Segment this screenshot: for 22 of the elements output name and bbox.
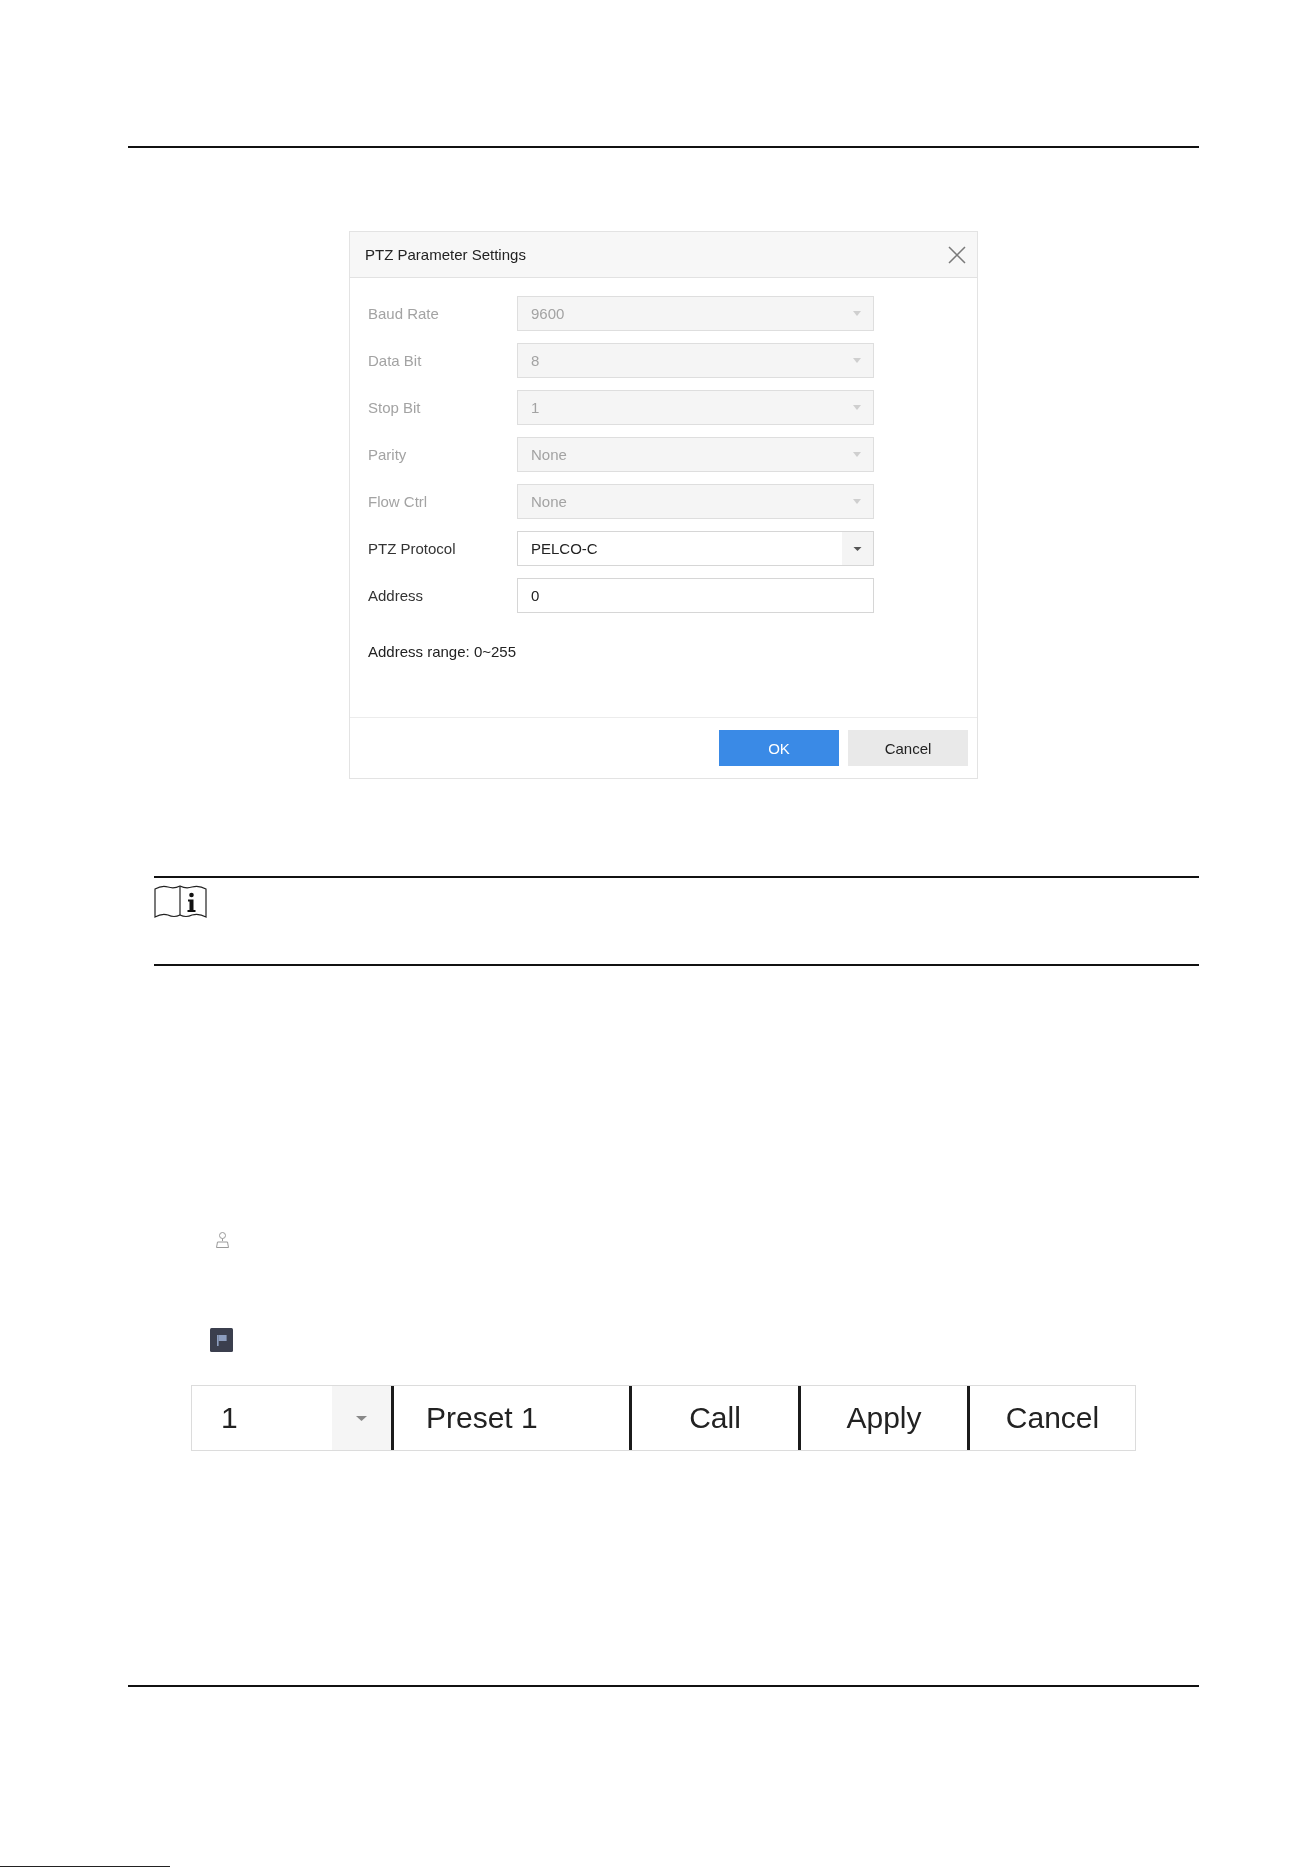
caret-icon — [853, 311, 861, 316]
flag-icon[interactable] — [210, 1328, 233, 1352]
dialog-title: PTZ Parameter Settings — [365, 246, 526, 263]
field-label: Stop Bit — [368, 399, 422, 416]
field-label: Address — [368, 587, 425, 604]
dropdown-field[interactable]: PELCO-C — [517, 531, 874, 566]
close-icon[interactable] — [948, 245, 966, 264]
confirm-button[interactable]: OK — [719, 730, 839, 766]
text-input[interactable]: 0 — [517, 578, 874, 613]
field-label: Flow Ctrl — [368, 493, 429, 510]
field-label: Data Bit — [368, 352, 423, 369]
caret-icon — [853, 405, 861, 410]
hint-text: Address range: 0~255 — [368, 643, 518, 660]
field-label: Parity — [368, 446, 408, 463]
info-book-icon — [154, 884, 207, 920]
caret-icon — [853, 358, 861, 363]
field-label: PTZ Protocol — [368, 540, 457, 557]
caret-icon — [853, 452, 861, 457]
user-icon — [214, 1231, 231, 1248]
cancel-button[interactable]: Cancel — [848, 730, 968, 766]
field-label: Baud Rate — [368, 305, 440, 322]
caret-icon — [853, 499, 861, 504]
